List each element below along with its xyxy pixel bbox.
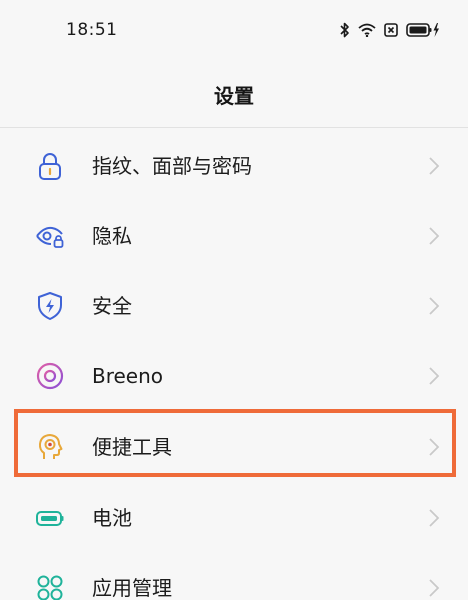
- chevron-right-icon: [428, 366, 440, 386]
- battery-outline-icon: [34, 502, 66, 534]
- settings-screen: 18:51 设置 指纹、面部与密码 隐私 安全 Breeno 便捷工具 电池 应…: [0, 0, 468, 600]
- settings-item-label: 应用管理: [92, 576, 172, 600]
- breeno-ring-icon: [34, 360, 66, 392]
- header: 设置: [0, 62, 468, 126]
- header-divider: [0, 127, 468, 128]
- chevron-right-icon: [428, 226, 440, 246]
- settings-item-label: 指纹、面部与密码: [92, 154, 252, 178]
- settings-item-label: 安全: [92, 294, 132, 318]
- settings-item-label: Breeno: [92, 364, 164, 388]
- chevron-right-icon: [428, 156, 440, 176]
- head-gear-icon: [34, 431, 66, 463]
- eye-lock-icon: [34, 220, 66, 252]
- status-time: 18:51: [66, 20, 118, 40]
- status-bar: 18:51: [0, 0, 468, 62]
- settings-item-battery[interactable]: 电池: [0, 482, 468, 552]
- settings-item-fingerprint-face-password[interactable]: 指纹、面部与密码: [0, 130, 468, 200]
- status-icons: [340, 22, 440, 38]
- sim-icon: [384, 23, 398, 37]
- chevron-right-icon: [428, 508, 440, 528]
- settings-item-label: 隐私: [92, 224, 132, 248]
- settings-item-app-management[interactable]: 应用管理: [0, 552, 468, 600]
- lock-icon: [34, 150, 66, 182]
- chevron-right-icon: [428, 578, 440, 598]
- shield-bolt-icon: [34, 290, 66, 322]
- settings-item-convenience-tools[interactable]: 便捷工具: [0, 411, 468, 481]
- settings-item-label: 电池: [92, 506, 132, 530]
- bluetooth-icon: [340, 22, 350, 38]
- settings-item-security[interactable]: 安全: [0, 270, 468, 340]
- chevron-right-icon: [428, 296, 440, 316]
- apps-grid-icon: [34, 572, 66, 600]
- wifi-icon: [358, 23, 376, 37]
- page-title: 设置: [214, 83, 254, 108]
- chevron-right-icon: [428, 437, 440, 457]
- settings-item-privacy[interactable]: 隐私: [0, 200, 468, 270]
- battery-icon: [406, 22, 440, 38]
- settings-item-breeno[interactable]: Breeno: [0, 340, 468, 410]
- settings-item-label: 便捷工具: [92, 435, 172, 459]
